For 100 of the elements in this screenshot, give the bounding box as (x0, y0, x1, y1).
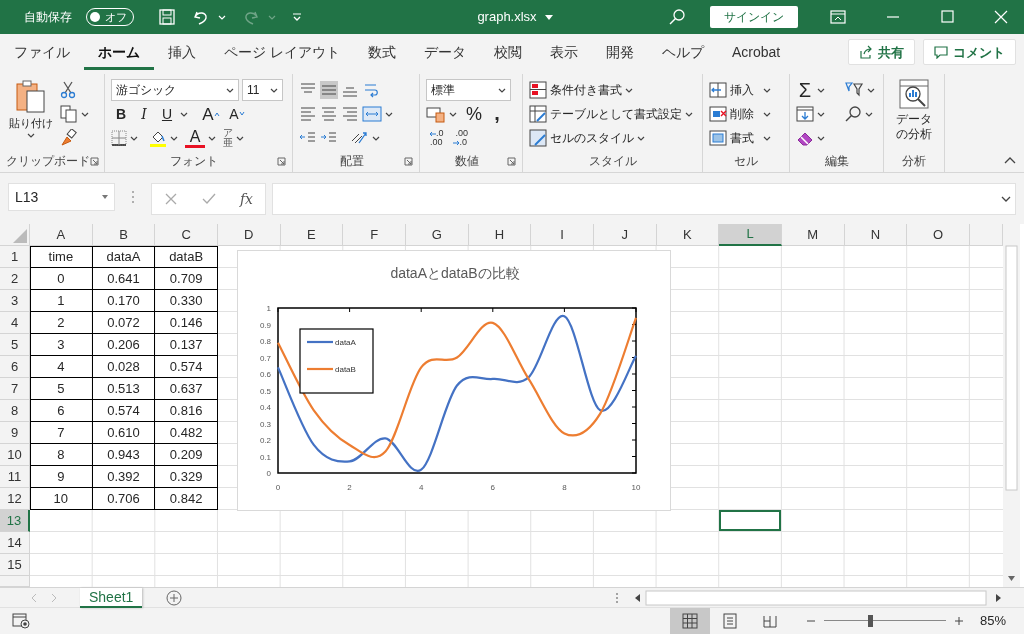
row-header[interactable]: 9 (0, 422, 30, 444)
ribbon-menu-button[interactable]: 削除 (709, 102, 771, 126)
number-format-dropdown[interactable]: 標準 (426, 79, 511, 101)
row-header[interactable]: 15 (0, 554, 30, 576)
analyze-data-button[interactable]: データ の分析 (890, 78, 938, 142)
row-header[interactable]: 8 (0, 400, 30, 422)
caret-icon[interactable] (867, 87, 875, 93)
grow-font-button[interactable]: A (199, 103, 223, 125)
bold-button[interactable]: B (111, 103, 131, 125)
ribbon-menu-button[interactable]: テーブルとして書式設定 (529, 102, 693, 126)
caret-icon[interactable] (763, 87, 771, 93)
name-box[interactable]: L13 (8, 183, 115, 211)
format-painter-icon[interactable] (60, 129, 78, 147)
row-header[interactable]: 1 (0, 246, 30, 268)
column-header[interactable]: K (656, 224, 720, 246)
caret-icon[interactable] (544, 14, 553, 20)
caret-icon[interactable] (637, 135, 645, 141)
ribbon-display-icon[interactable] (830, 10, 846, 24)
decrease-decimal-button[interactable]: .00 .0 (449, 129, 472, 147)
save-icon[interactable] (158, 8, 176, 26)
expand-icon[interactable] (1001, 196, 1011, 202)
caret-icon[interactable] (865, 111, 873, 117)
up-chevron-icon[interactable] (213, 112, 220, 116)
left-arrow-icon[interactable] (429, 130, 436, 137)
column-header[interactable]: D (217, 224, 281, 246)
comment-icon[interactable] (934, 45, 948, 59)
ribbon-menu-button[interactable]: 挿入 (709, 78, 771, 102)
formula-input[interactable] (272, 183, 1016, 215)
ribbon-menu-button[interactable]: セルのスタイル (529, 126, 645, 150)
caret-icon[interactable] (102, 195, 108, 199)
row-header[interactable]: 11 (0, 466, 30, 488)
vertical-scrollbar[interactable] (1003, 224, 1020, 587)
row-header[interactable]: 5 (0, 334, 30, 356)
phonetic-button[interactable]: ア 亜 (223, 128, 233, 148)
row-header[interactable]: 2 (0, 268, 30, 290)
paste-button[interactable]: 貼り付け (6, 78, 56, 150)
fill-color-icon[interactable] (149, 129, 167, 147)
caret-icon[interactable] (385, 111, 393, 117)
comma-button[interactable]: , (487, 103, 507, 125)
column-header[interactable]: G (405, 224, 469, 246)
font-size-dropdown[interactable]: 11 (242, 79, 283, 101)
underline-button[interactable]: U (157, 103, 177, 125)
share-button[interactable]: 共有 (848, 39, 915, 65)
row-header[interactable]: 13 (0, 510, 30, 532)
ribbon-menu-button[interactable]: 条件付き書式 (529, 78, 633, 102)
caret-icon[interactable] (817, 87, 825, 93)
font-name-dropdown[interactable]: 游ゴシック (111, 79, 239, 101)
merge-center-icon[interactable] (362, 105, 382, 123)
font-color-button[interactable]: A (185, 128, 205, 148)
search-icon[interactable] (668, 8, 686, 26)
sheet-tab[interactable]: Sheet1 (80, 587, 143, 608)
column-header[interactable]: O (907, 224, 970, 246)
column-header[interactable]: C (155, 224, 218, 246)
dialog-launcher-icon[interactable] (404, 156, 413, 166)
column-header[interactable]: B (92, 224, 156, 246)
caret-icon[interactable] (817, 111, 825, 117)
row-header[interactable]: 4 (0, 312, 30, 334)
find-icon[interactable] (844, 105, 862, 123)
share-icon[interactable] (859, 45, 873, 59)
insert-function-button[interactable]: fx (239, 192, 253, 206)
caret-icon[interactable] (763, 111, 771, 117)
macro-record-icon[interactable] (12, 613, 30, 629)
borders-icon[interactable] (111, 130, 127, 146)
caret-icon[interactable] (27, 133, 35, 138)
comment-button[interactable]: コメント (923, 39, 1016, 65)
down-chevron-icon[interactable] (238, 112, 245, 116)
fill-icon[interactable] (796, 105, 814, 123)
active-cell[interactable] (719, 510, 782, 532)
column-header[interactable]: E (280, 224, 344, 246)
caret-icon[interactable] (236, 135, 244, 141)
dialog-launcher-icon[interactable] (277, 156, 286, 166)
caret-icon[interactable] (130, 135, 138, 141)
caret-icon[interactable] (226, 87, 234, 93)
copy-icon[interactable] (60, 105, 78, 123)
percent-button[interactable]: % (464, 103, 484, 125)
ribbon-tab[interactable]: ページ レイアウト (210, 34, 354, 70)
italic-button[interactable]: I (134, 103, 154, 125)
ribbon-tab[interactable]: ファイル (0, 34, 84, 70)
sign-in-button[interactable]: サインイン (710, 6, 798, 28)
right-arrow-icon[interactable] (452, 139, 460, 146)
column-header[interactable]: I (531, 224, 594, 246)
ribbon-tab[interactable]: 数式 (353, 34, 410, 70)
caret-icon[interactable] (180, 111, 188, 117)
ribbon-tab[interactable]: 表示 (535, 34, 592, 70)
column-header[interactable]: A (30, 224, 93, 246)
ribbon-menu-button[interactable]: 書式 (709, 126, 771, 150)
view-button[interactable] (669, 607, 710, 634)
caret-icon[interactable] (625, 87, 633, 93)
column-header[interactable]: J (593, 224, 657, 246)
cut-icon[interactable] (60, 81, 76, 99)
ribbon-tab[interactable]: データ (409, 34, 480, 70)
row-header[interactable]: 12 (0, 488, 30, 510)
dialog-launcher-icon[interactable] (90, 156, 99, 166)
column-header[interactable]: L (719, 224, 782, 246)
sort-filter-icon[interactable] (844, 81, 864, 99)
increase-decimal-button[interactable]: .0 .00 (426, 129, 447, 147)
split-handle-icon[interactable] (614, 590, 620, 605)
caret-icon[interactable] (817, 135, 825, 141)
caret-icon[interactable] (208, 135, 216, 141)
zoom-slider[interactable] (823, 615, 946, 627)
